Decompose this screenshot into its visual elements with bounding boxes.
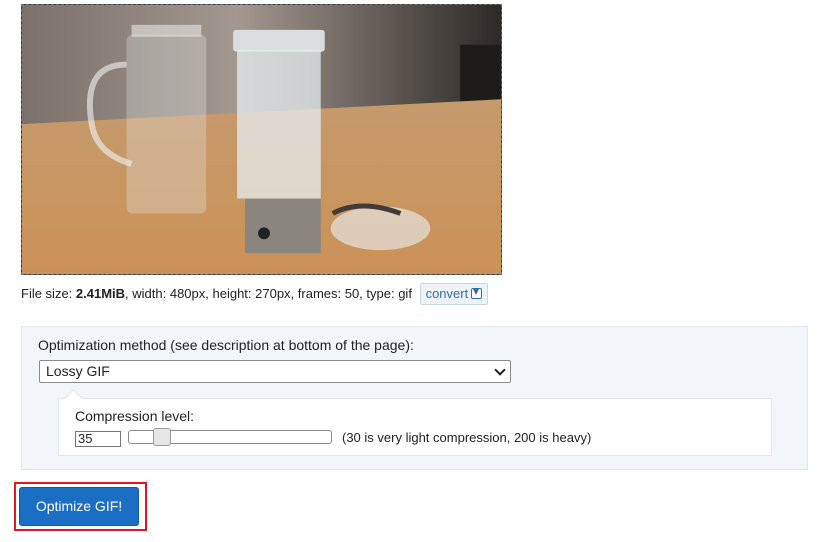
method-selected-value: Lossy GIF	[46, 363, 110, 379]
file-info-prefix: File size:	[21, 286, 76, 301]
convert-button[interactable]: convert	[419, 283, 489, 305]
chevron-down-icon	[494, 364, 506, 376]
optimize-gif-button[interactable]: Optimize GIF!	[19, 487, 139, 526]
compression-hint: (30 is very light compression, 200 is he…	[342, 430, 592, 445]
compression-slider-thumb[interactable]	[153, 428, 171, 446]
gif-frame	[22, 5, 501, 274]
file-size: 2.41MiB	[75, 286, 126, 301]
file-info: File size: 2.41MiB, width: 480px, height…	[21, 283, 489, 305]
compression-level-input[interactable]: 35	[75, 431, 121, 447]
method-label: Optimization method (see description at …	[38, 337, 414, 353]
gif-preview-image	[21, 4, 502, 275]
optimization-panel: Optimization method (see description at …	[21, 326, 808, 470]
file-details: , width: 480px, height: 270px, frames: 5…	[125, 286, 412, 301]
method-select[interactable]: Lossy GIF	[39, 360, 511, 383]
download-icon	[471, 288, 483, 299]
convert-label: convert	[425, 286, 469, 301]
compression-panel: Compression level: 35 (30 is very light …	[58, 398, 772, 456]
compression-label: Compression level:	[75, 408, 195, 424]
